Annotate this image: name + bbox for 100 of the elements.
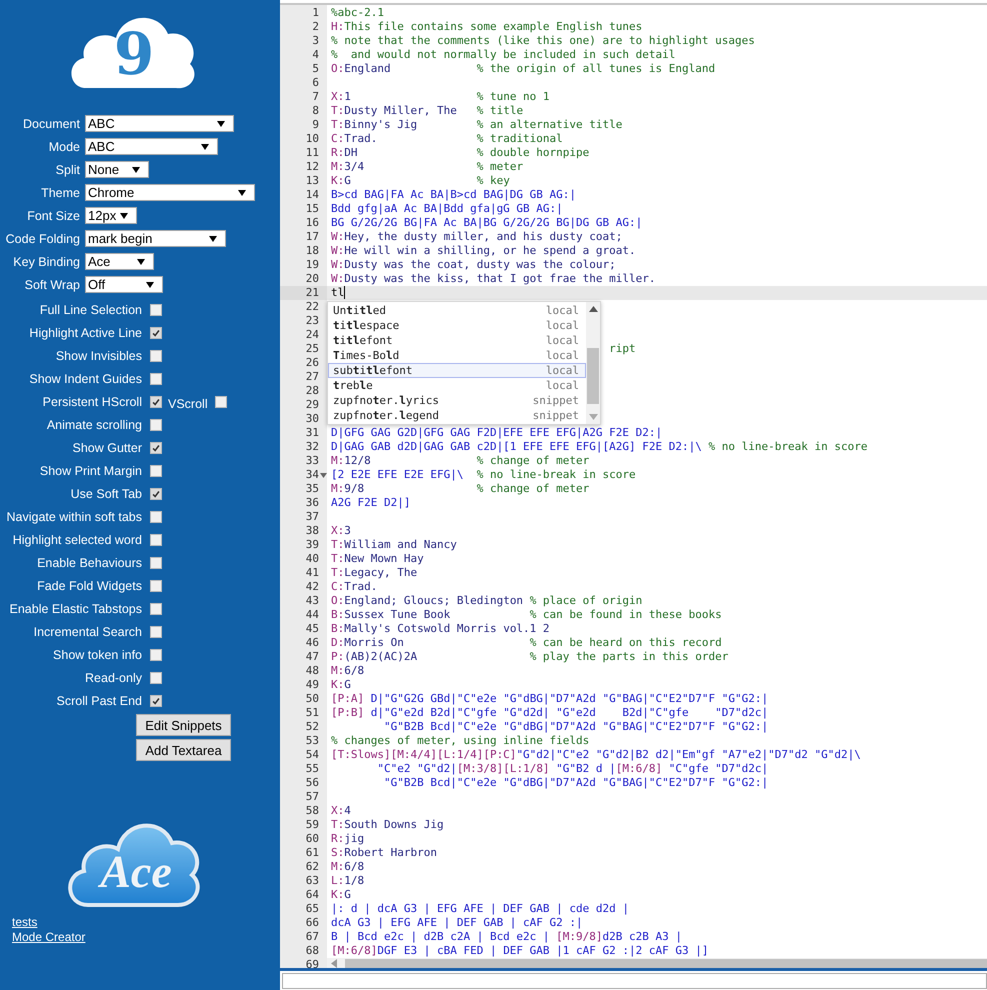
code-line: B:Mally's Cotswold Morris vol.1 2 xyxy=(331,622,550,635)
checkbox[interactable] xyxy=(150,326,162,338)
dropdown[interactable]: Chrome xyxy=(85,184,255,201)
suggestion[interactable]: titlespace local xyxy=(328,318,586,333)
code-line: [P:A] D|"G"G2G GBd|"C"e2e "G"dBG|"D7"A2d "G"BAG|"C"E2"D7"F "G"G2:| xyxy=(331,692,768,705)
code-line: M:12/8 % change of meter xyxy=(331,454,590,467)
option-label: Show Print Margin xyxy=(38,464,142,478)
checkbox[interactable] xyxy=(150,488,162,500)
dropdown[interactable]: Off xyxy=(85,276,163,293)
line-number: 34 xyxy=(304,468,320,482)
line-number: 53 xyxy=(304,734,320,748)
caret-icon xyxy=(132,166,140,172)
checkbox[interactable] xyxy=(150,626,162,638)
dropdown[interactable]: mark begin xyxy=(85,230,226,247)
code-line: K:G % key xyxy=(331,174,510,187)
sidebar-button[interactable]: Add Textarea xyxy=(136,739,231,761)
dropdown[interactable]: 12px xyxy=(85,207,137,224)
code-line: Bdd gfg|aA Ac BA|Bdd gfa|gG GB AG:| xyxy=(331,202,563,215)
line-number: 19 xyxy=(304,258,320,272)
code-line: D|GFG GAG G2D|GFG GAG F2D|EFE EFE EFG|A2G F2E D2:| xyxy=(331,426,662,439)
checkbox[interactable] xyxy=(150,464,162,476)
code-line: T:William and Nancy xyxy=(331,538,457,551)
line-number: 27 xyxy=(304,370,320,384)
line-number: 40 xyxy=(304,552,320,566)
line-number: 38 xyxy=(304,524,320,538)
line-number: 1 xyxy=(311,6,320,20)
scroll-up-icon[interactable] xyxy=(588,306,598,312)
checkbox[interactable] xyxy=(150,672,162,684)
checkbox[interactable] xyxy=(150,350,162,362)
checkbox[interactable] xyxy=(150,602,162,614)
suggestion[interactable]: Times-Bold local xyxy=(328,348,586,363)
dropdown[interactable]: ABC xyxy=(85,138,218,155)
suggestion[interactable]: titlefont local xyxy=(328,333,586,348)
code-line: D|GAG GAB d2D|GAG GAB c2D|[1 EFE EFE EFG|[A2G] F2E D2:|\ % no line-break in score xyxy=(331,440,868,453)
line-number: 65 xyxy=(304,902,320,916)
option-label: Show Indent Guides xyxy=(28,372,142,386)
line-number: 15 xyxy=(304,202,320,216)
link[interactable]: Mode Creator xyxy=(12,930,86,945)
code-line: "G"B2B Bcd|"C"e2e "G"dBG|"D7"A2d "G"BAG|"C"E2"D7"F "G"G2:| xyxy=(384,776,768,789)
dropdown[interactable]: ABC xyxy=(85,115,234,132)
code-line: M:3/4 % meter xyxy=(331,160,524,173)
line-number: 52 xyxy=(304,720,320,734)
checkbox[interactable] xyxy=(150,510,162,522)
sidebar-button[interactable]: Edit Snippets xyxy=(136,714,231,736)
caret-icon xyxy=(137,258,145,264)
suggestion[interactable]: zupfnoter.lyrics snippet xyxy=(328,393,586,408)
line-number: 64 xyxy=(304,888,320,902)
option-label: Navigate within soft tabs xyxy=(6,510,142,524)
caret-icon xyxy=(120,212,128,218)
caret-icon xyxy=(146,282,154,288)
line-number: 66 xyxy=(304,916,320,930)
fold-icon[interactable] xyxy=(320,472,327,478)
checkbox[interactable] xyxy=(150,534,162,546)
line-number: 43 xyxy=(304,594,320,608)
checkbox[interactable] xyxy=(214,396,227,408)
suggestion[interactable]: zupfnoter.legend snippet xyxy=(328,408,586,423)
code-line: W:Hey, the dusty miller, and his dusty coat; xyxy=(331,230,622,243)
suggestion[interactable]: Untitled local xyxy=(328,303,586,318)
checkbox[interactable] xyxy=(150,648,162,660)
dropdown[interactable]: Ace xyxy=(85,253,154,270)
dropdown[interactable]: None xyxy=(85,161,149,178)
checkbox[interactable] xyxy=(150,372,162,384)
code-line: W:Dusty was the coat, dusty was the colour; xyxy=(331,258,616,271)
line-number: 54 xyxy=(304,748,320,762)
option-label: Show Invisibles xyxy=(54,348,142,362)
code-line: ript xyxy=(609,342,636,355)
code-line: T:South Downs Jig xyxy=(331,818,444,831)
caret-icon xyxy=(238,190,246,196)
code-line: |: d | dcA G3 | EFG AFE | DEF GAB | cde d2d | xyxy=(331,902,630,915)
line-number: 20 xyxy=(304,272,320,286)
scroll-thumb[interactable] xyxy=(587,348,599,404)
code-line: R:jig xyxy=(331,832,364,845)
checkbox[interactable] xyxy=(150,396,162,408)
line-number: 50 xyxy=(304,692,320,706)
checkbox[interactable] xyxy=(150,580,162,592)
line-number: 36 xyxy=(304,496,320,510)
suggestion[interactable]: treble local xyxy=(328,378,586,393)
checkbox[interactable] xyxy=(150,694,162,706)
code-line: B>cd BAG|FA Ac BA|B>cd BAG|DG GB AG:| xyxy=(331,188,576,201)
code-line: [M:6/8]DGF E3 | cBA FED | DEF GAB |1 cAF G2 :|2 cAF G3 |] xyxy=(331,944,708,957)
line-number: 12 xyxy=(304,160,320,174)
field-label: Split xyxy=(54,162,80,176)
checkbox[interactable] xyxy=(150,418,162,430)
line-number: 39 xyxy=(304,538,320,552)
code-line: M:6/8 xyxy=(331,860,364,873)
field-label: Soft Wrap xyxy=(24,278,80,292)
link[interactable]: tests xyxy=(12,915,38,930)
code-line: BG G/2G/2G BG|FA Ac BA|BG G/2G/2G BG|DG GB AG:| xyxy=(331,216,642,229)
checkbox[interactable] xyxy=(150,304,162,316)
code-line: X:3 xyxy=(331,524,351,537)
scrollbar[interactable] xyxy=(586,302,600,424)
code-line: %abc-2.1 xyxy=(331,6,384,19)
checkbox[interactable] xyxy=(150,556,162,568)
line-number: 56 xyxy=(304,776,320,790)
code-line: [P:B] d|"G"e2d B2d|"C"gfe "G"d2d| "G"e2d B2d|"C"gfe "D7"d2c| xyxy=(331,706,768,719)
input-field[interactable] xyxy=(280,968,987,990)
suggestion[interactable]: subtitlefont local xyxy=(328,363,586,378)
code-line: H:This file contains some example English tunes xyxy=(331,20,642,33)
checkbox[interactable] xyxy=(150,442,162,454)
code-line: % and would not normally be included in such detail xyxy=(331,48,676,61)
